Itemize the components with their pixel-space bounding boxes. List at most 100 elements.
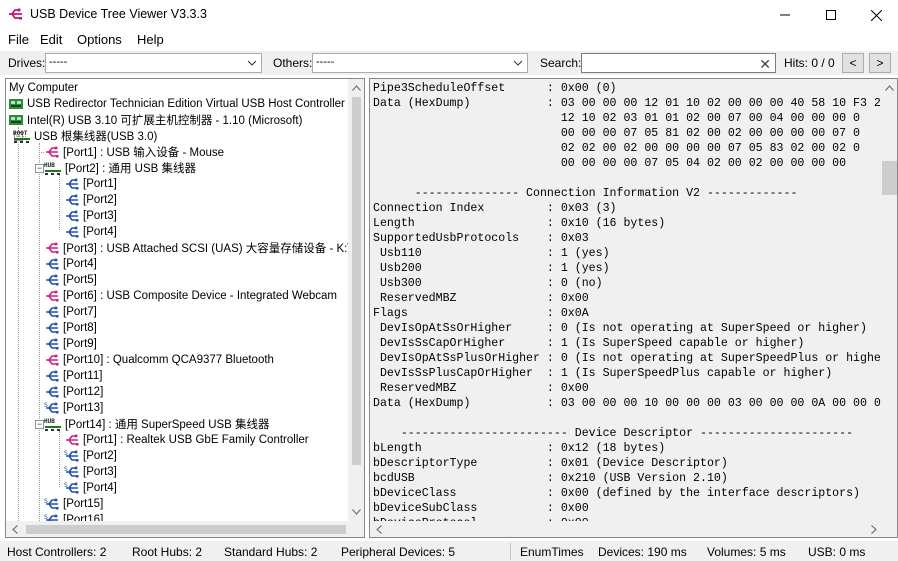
tree-node[interactable]: [Port1] xyxy=(64,176,117,192)
maximize-button[interactable] xyxy=(808,0,854,30)
tree-node[interactable]: S [Port2] xyxy=(64,448,117,464)
svg-text:ROOT: ROOT xyxy=(13,130,28,137)
tree-node-label: [Port8] xyxy=(63,322,97,334)
details-scroll-thumb[interactable] xyxy=(882,161,897,195)
ss-port-icon: S xyxy=(64,465,80,479)
tree-node[interactable]: USB Redirector Technician Edition Virtua… xyxy=(8,96,345,112)
tree-node[interactable]: Intel(R) USB 3.10 可扩展主机控制器 - 1.10 (Micro… xyxy=(8,112,302,128)
tree-scroll-thumb[interactable] xyxy=(352,97,361,465)
details-vertical-scrollbar[interactable] xyxy=(881,79,897,521)
details-line: Data (HexDump) : 03 00 00 00 12 01 10 02… xyxy=(373,97,881,110)
tree-node[interactable]: [Port8] xyxy=(44,320,97,336)
scroll-left-arrow-icon[interactable] xyxy=(7,521,23,537)
tree-node-label: [Port12] xyxy=(63,386,104,398)
tree-hscroll-thumb[interactable] xyxy=(26,525,346,534)
details-line: bDeviceClass : 0x00 (defined by the inte… xyxy=(373,487,861,500)
tree-node[interactable]: [Port12] xyxy=(44,384,103,400)
scroll-left-arrow-icon[interactable] xyxy=(371,521,387,537)
minimize-button[interactable] xyxy=(762,0,808,30)
tree-node-label: [Port11] xyxy=(63,370,103,382)
tree-node[interactable]: S [Port3] xyxy=(64,464,117,480)
host-controller-icon xyxy=(8,113,24,127)
tree-node-label: [Port4] xyxy=(83,226,117,238)
menu-edit[interactable]: Edit xyxy=(40,32,62,47)
tree-node-label: USB 根集线器(USB 3.0) xyxy=(34,131,158,143)
usb-port-icon xyxy=(64,193,80,207)
details-pane[interactable]: Pipe3ScheduleOffset : 0x00 (0) Data (HexD… xyxy=(369,78,898,538)
window-title: USB Device Tree Viewer V3.3.3 xyxy=(30,7,207,21)
details-line xyxy=(373,411,883,426)
usb-device-icon xyxy=(44,241,60,255)
tree-node[interactable]: HUB [Port2] : 通用 USB 集线器 xyxy=(44,160,196,176)
tree-node[interactable]: [Port1] : Realtek USB GbE Family Control… xyxy=(64,432,309,448)
status-standard-hubs: Standard Hubs: 2 xyxy=(224,545,318,559)
tree-node[interactable]: My Computer xyxy=(9,80,78,96)
tree-vertical-scrollbar[interactable] xyxy=(348,79,364,521)
scroll-up-arrow-icon[interactable] xyxy=(881,80,897,96)
tree-horizontal-scrollbar[interactable] xyxy=(6,521,364,537)
usb-port-icon xyxy=(44,257,60,271)
tree-node[interactable]: [Port4] xyxy=(64,224,117,240)
details-horizontal-scrollbar[interactable] xyxy=(370,521,897,537)
tree-node-label: [Port10] : Qualcomm QCA9377 Bluetooth xyxy=(63,354,274,366)
toolbar: Drives: ----- Others: ----- Search: ✕ Hi… xyxy=(0,51,898,75)
tree-node[interactable]: [Port7] xyxy=(44,304,97,320)
menu-options[interactable]: Options xyxy=(77,32,122,47)
previous-hit-button[interactable]: < xyxy=(842,53,864,73)
tree-node[interactable]: [Port9] xyxy=(44,336,97,352)
usb-port-icon xyxy=(44,321,60,335)
details-line: bDescriptorType : 0x01 (Device Descripto… xyxy=(373,457,728,470)
tree-node-label: [Port5] xyxy=(63,274,97,286)
details-line: Flags : 0x0A xyxy=(373,307,589,320)
tree-node[interactable]: HUB [Port14] : 通用 SuperSpeed USB 集线器 xyxy=(44,416,270,432)
collapse-toggle-icon[interactable]: − xyxy=(35,420,44,429)
details-line: DevIsOpAtSsPlusOrHigher : 0 (Is not oper… xyxy=(373,352,881,365)
others-select[interactable]: ----- xyxy=(312,53,528,73)
tree-connector-line xyxy=(18,127,19,537)
drives-select[interactable]: ----- xyxy=(45,53,262,73)
tree-node-label: [Port3] xyxy=(83,210,117,222)
device-tree[interactable]: − − − My Computer USB Redirector Technician … xyxy=(5,78,365,538)
details-line: 02 02 00 02 00 00 00 00 07 05 83 02 00 0… xyxy=(373,142,861,155)
svg-text:HUB: HUB xyxy=(44,162,55,169)
ss-port-icon: S xyxy=(44,401,60,415)
tree-node[interactable]: S [Port13] xyxy=(44,400,103,416)
scroll-down-arrow-icon[interactable] xyxy=(348,504,364,520)
next-hit-button[interactable]: > xyxy=(869,53,891,73)
details-line: bcdUSB : 0x210 (USB Version 2.10) xyxy=(373,472,728,485)
tree-node[interactable]: [Port3] xyxy=(64,208,117,224)
drives-select-value: ----- xyxy=(49,56,68,68)
details-line: ------------------------ Device Descript… xyxy=(373,427,854,440)
tree-node[interactable]: [Port6] : USB Composite Device - Integra… xyxy=(44,288,337,304)
search-input[interactable]: ✕ xyxy=(581,53,776,73)
details-line: Usb110 : 1 (yes) xyxy=(373,247,610,260)
details-line: Pipe3ScheduleOffset : 0x00 (0) xyxy=(373,82,617,95)
menu-file[interactable]: File xyxy=(8,32,29,47)
tree-node[interactable]: [Port1] : USB 输入设备 - Mouse xyxy=(44,144,224,160)
tree-node[interactable]: ROOT USB 根集线器(USB 3.0) xyxy=(13,128,157,144)
tree-node[interactable]: [Port4] xyxy=(44,256,97,272)
scroll-right-arrow-icon[interactable] xyxy=(866,521,882,537)
close-button[interactable] xyxy=(853,0,898,30)
tree-node-label: [Port2] xyxy=(83,194,117,206)
tree-node[interactable]: S [Port4] xyxy=(64,480,117,496)
previous-hit-label: < xyxy=(849,56,857,70)
usb-port-icon xyxy=(44,369,60,383)
usb-port-icon xyxy=(44,385,60,399)
title-bar: USB Device Tree Viewer V3.3.3 xyxy=(0,0,898,30)
status-bar: Host Controllers: 2 Root Hubs: 2 Standar… xyxy=(0,541,898,561)
menu-help[interactable]: Help xyxy=(137,32,164,47)
ss-port-icon: S xyxy=(64,481,80,495)
others-label: Others: xyxy=(273,56,313,70)
clear-search-icon[interactable]: ✕ xyxy=(759,56,771,73)
tree-node[interactable]: [Port10] : Qualcomm QCA9377 Bluetooth xyxy=(44,352,274,368)
scroll-up-arrow-icon[interactable] xyxy=(348,80,364,96)
tree-node[interactable]: [Port2] xyxy=(64,192,117,208)
tree-node[interactable]: [Port11] xyxy=(44,368,102,384)
status-separator xyxy=(510,543,511,560)
tree-node[interactable]: S [Port15] xyxy=(44,496,103,512)
tree-node[interactable]: [Port3] : USB Attached SCSI (UAS) 大容量存储设… xyxy=(44,240,351,256)
tree-node[interactable]: [Port5] xyxy=(44,272,97,288)
collapse-toggle-icon[interactable]: − xyxy=(35,164,44,173)
tree-node-label: [Port3] xyxy=(83,466,117,478)
